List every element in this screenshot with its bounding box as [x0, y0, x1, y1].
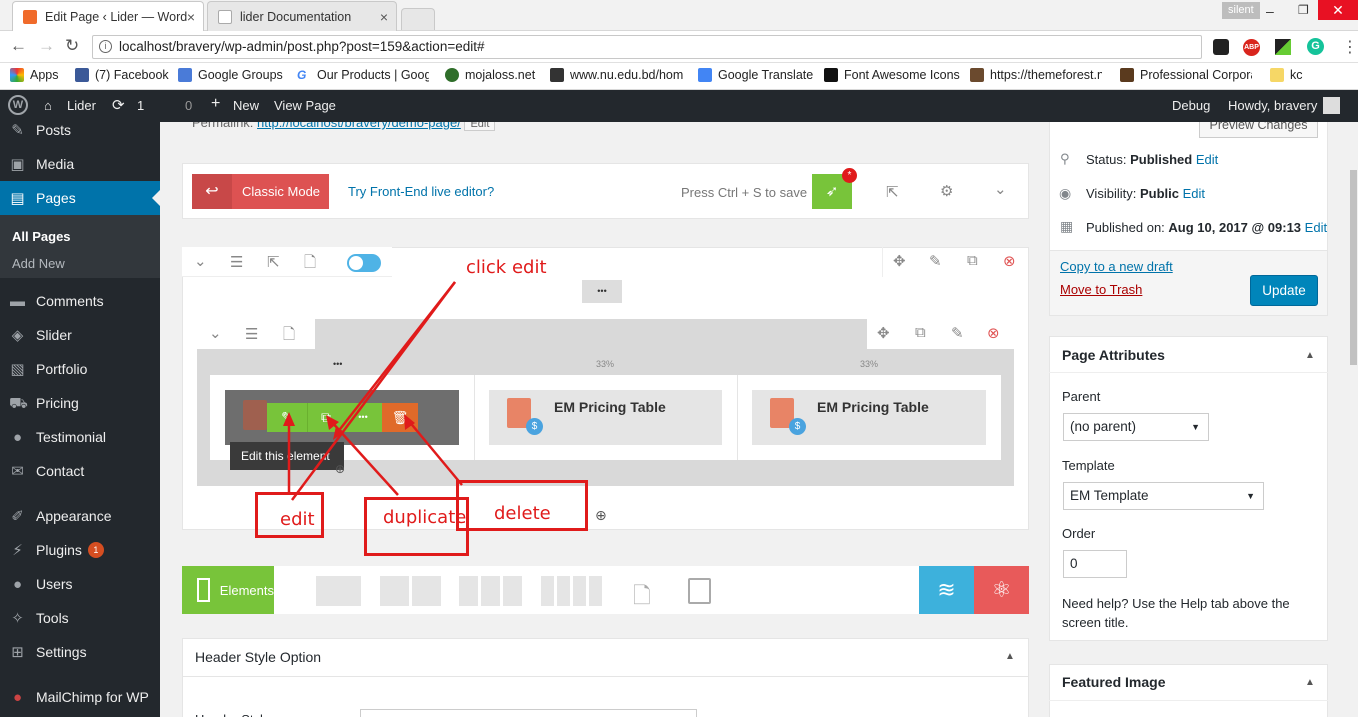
annotation-duplicate: duplicate: [383, 507, 467, 528]
annotation-arrows: [283, 281, 463, 501]
arrow-head: [283, 412, 295, 426]
annotation-edit: edit: [280, 509, 315, 530]
annotation-click-edit: click edit: [466, 257, 547, 278]
annotation-delete: delete: [494, 503, 551, 524]
arrow-line: [407, 419, 463, 486]
